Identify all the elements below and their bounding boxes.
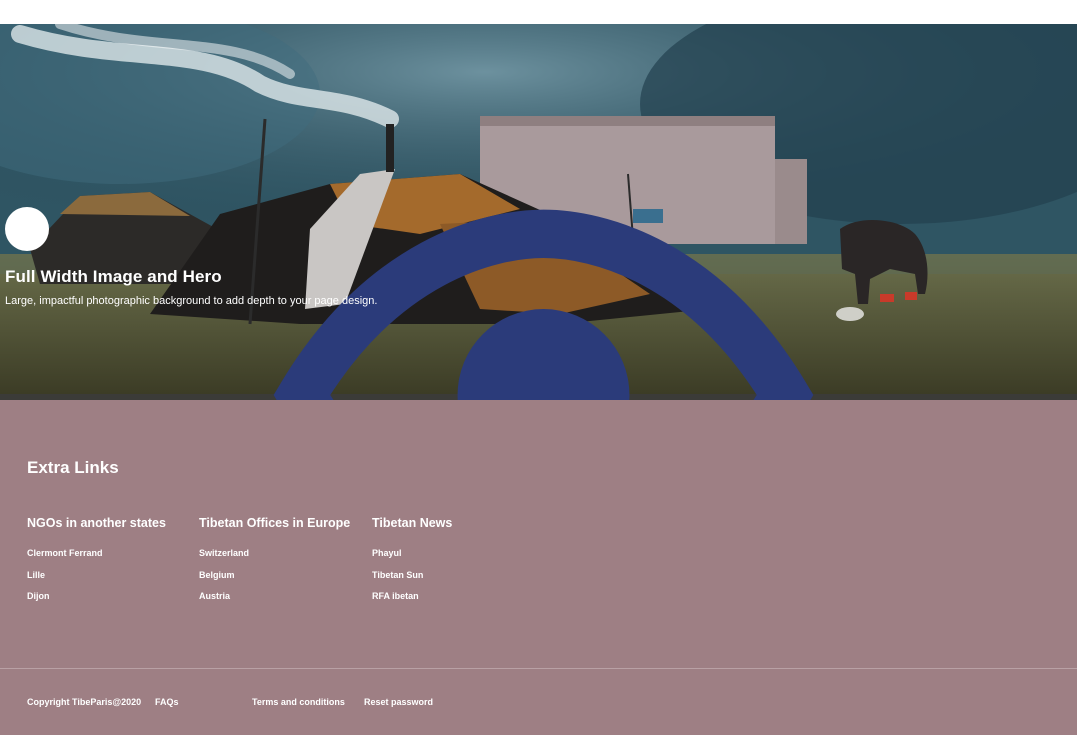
footer-column-ngos: NGOs in another states Clermont Ferrand …: [27, 516, 166, 613]
hero-title: Full Width Image and Hero: [5, 267, 222, 286]
footer-link-austria[interactable]: Austria: [199, 591, 350, 613]
footer-link-phayul[interactable]: Phayul: [372, 548, 452, 570]
hero-eye-button[interactable]: [5, 207, 814, 400]
footer-link-clermont-ferrand[interactable]: Clermont Ferrand: [27, 548, 166, 570]
footer-link-lille[interactable]: Lille: [27, 570, 166, 592]
reset-password-link[interactable]: Reset password: [364, 697, 433, 707]
footer-heading: Extra Links: [27, 458, 119, 477]
terms-link[interactable]: Terms and conditions: [252, 697, 345, 707]
footer-column-offices: Tibetan Offices in Europe Switzerland Be…: [199, 516, 350, 613]
footer-column-title: Tibetan Offices in Europe: [199, 516, 351, 530]
footer-link-dijon[interactable]: Dijon: [27, 591, 166, 613]
footer-column-title: Tibetan News: [372, 516, 453, 530]
hero-subtitle: Large, impactful photographic background…: [5, 295, 378, 307]
faqs-link[interactable]: FAQs: [155, 697, 179, 707]
top-bar: [0, 0, 1078, 24]
footer-divider: [0, 668, 1077, 669]
footer: Extra Links NGOs in another states Clerm…: [0, 400, 1077, 735]
footer-link-tibetan-sun[interactable]: Tibetan Sun: [372, 570, 452, 592]
hero-section: Full Width Image and Hero Large, impactf…: [0, 24, 1077, 400]
copyright-text: Copyright TibeParis@2020: [27, 697, 142, 707]
footer-column-title: NGOs in another states: [27, 516, 166, 530]
footer-link-belgium[interactable]: Belgium: [199, 570, 350, 592]
footer-link-rfa-tibetan[interactable]: RFA ibetan: [372, 591, 452, 613]
footer-column-news: Tibetan News Phayul Tibetan Sun RFA ibet…: [372, 516, 452, 613]
footer-link-switzerland[interactable]: Switzerland: [199, 548, 350, 570]
